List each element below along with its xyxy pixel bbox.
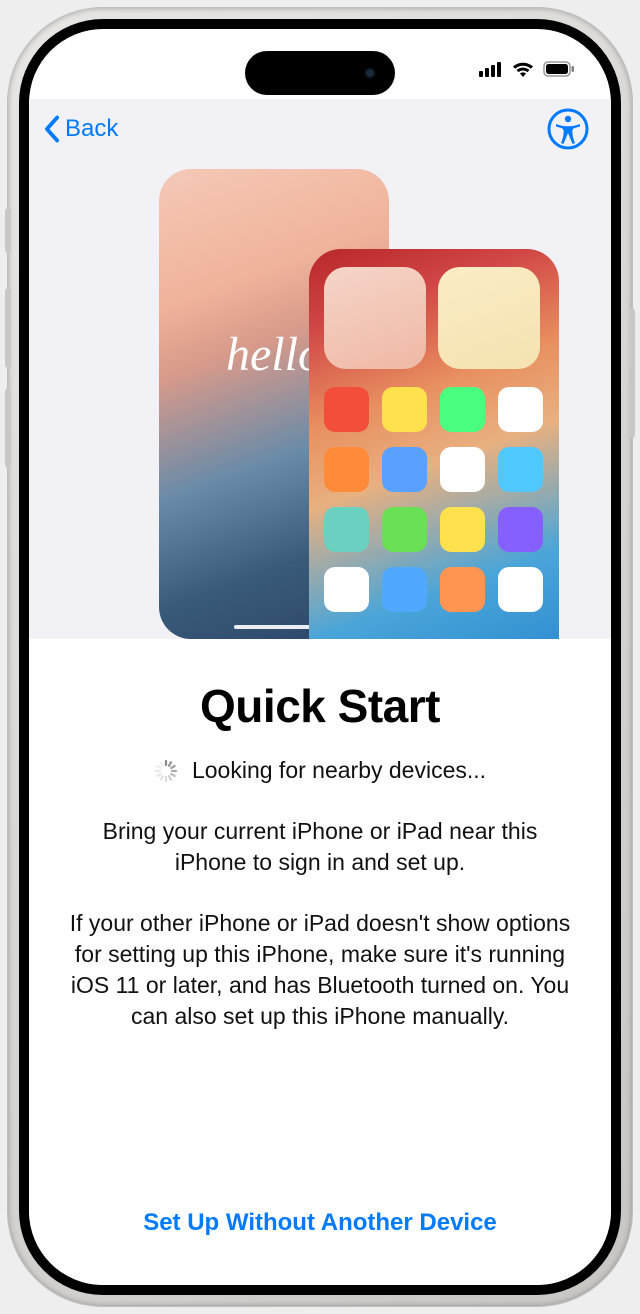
hero-app-icon	[382, 567, 427, 612]
spinner-icon	[154, 759, 178, 783]
dynamic-island	[245, 51, 395, 95]
body-text-2: If your other iPhone or iPad doesn't sho…	[69, 908, 571, 1032]
hero-app-icon	[324, 507, 369, 552]
hero-app-icon	[498, 447, 543, 492]
hero-app-icon	[324, 447, 369, 492]
hero-app-icon	[498, 387, 543, 432]
hero-app-icon	[382, 507, 427, 552]
accessibility-button[interactable]	[547, 108, 589, 150]
hero-app-icon	[324, 387, 369, 432]
hero-illustration: hello	[29, 159, 611, 639]
hello-text: hello	[226, 327, 322, 382]
status-text: Looking for nearby devices...	[192, 757, 486, 784]
wifi-icon	[512, 61, 534, 82]
hero-app-icon	[498, 507, 543, 552]
nav-bar: Back	[29, 99, 611, 159]
back-label: Back	[65, 115, 118, 143]
hero-app-icon	[498, 567, 543, 612]
setup-without-device-link[interactable]: Set Up Without Another Device	[69, 1189, 571, 1285]
hero-app-icon	[440, 387, 485, 432]
volume-down-button	[5, 388, 11, 468]
hero-phone-existing	[309, 249, 559, 639]
battery-icon	[543, 61, 575, 82]
page-title: Quick Start	[69, 679, 571, 733]
hero-app-icon	[324, 567, 369, 612]
home-indicator	[234, 625, 314, 629]
phone-frame: Back hello	[8, 8, 632, 1306]
back-button[interactable]: Back	[43, 115, 118, 143]
accessibility-icon	[547, 108, 589, 150]
body-text-1: Bring your current iPhone or iPad near t…	[69, 816, 571, 878]
hero-widget	[324, 267, 426, 369]
volume-up-button	[5, 288, 11, 368]
mute-switch	[5, 208, 11, 253]
status-row: Looking for nearby devices...	[69, 757, 571, 784]
chevron-left-icon	[43, 115, 61, 143]
hero-app-icon	[382, 447, 427, 492]
hero-widget	[438, 267, 540, 369]
cellular-icon	[479, 61, 503, 82]
screen: Back hello	[29, 29, 611, 1285]
hero-app-grid	[324, 387, 544, 612]
content-section: Quick Start	[29, 639, 611, 1285]
hero-app-icon	[440, 567, 485, 612]
hero-app-icon	[382, 387, 427, 432]
hero-app-icon	[440, 507, 485, 552]
power-button	[629, 308, 635, 438]
hero-app-icon	[440, 447, 485, 492]
